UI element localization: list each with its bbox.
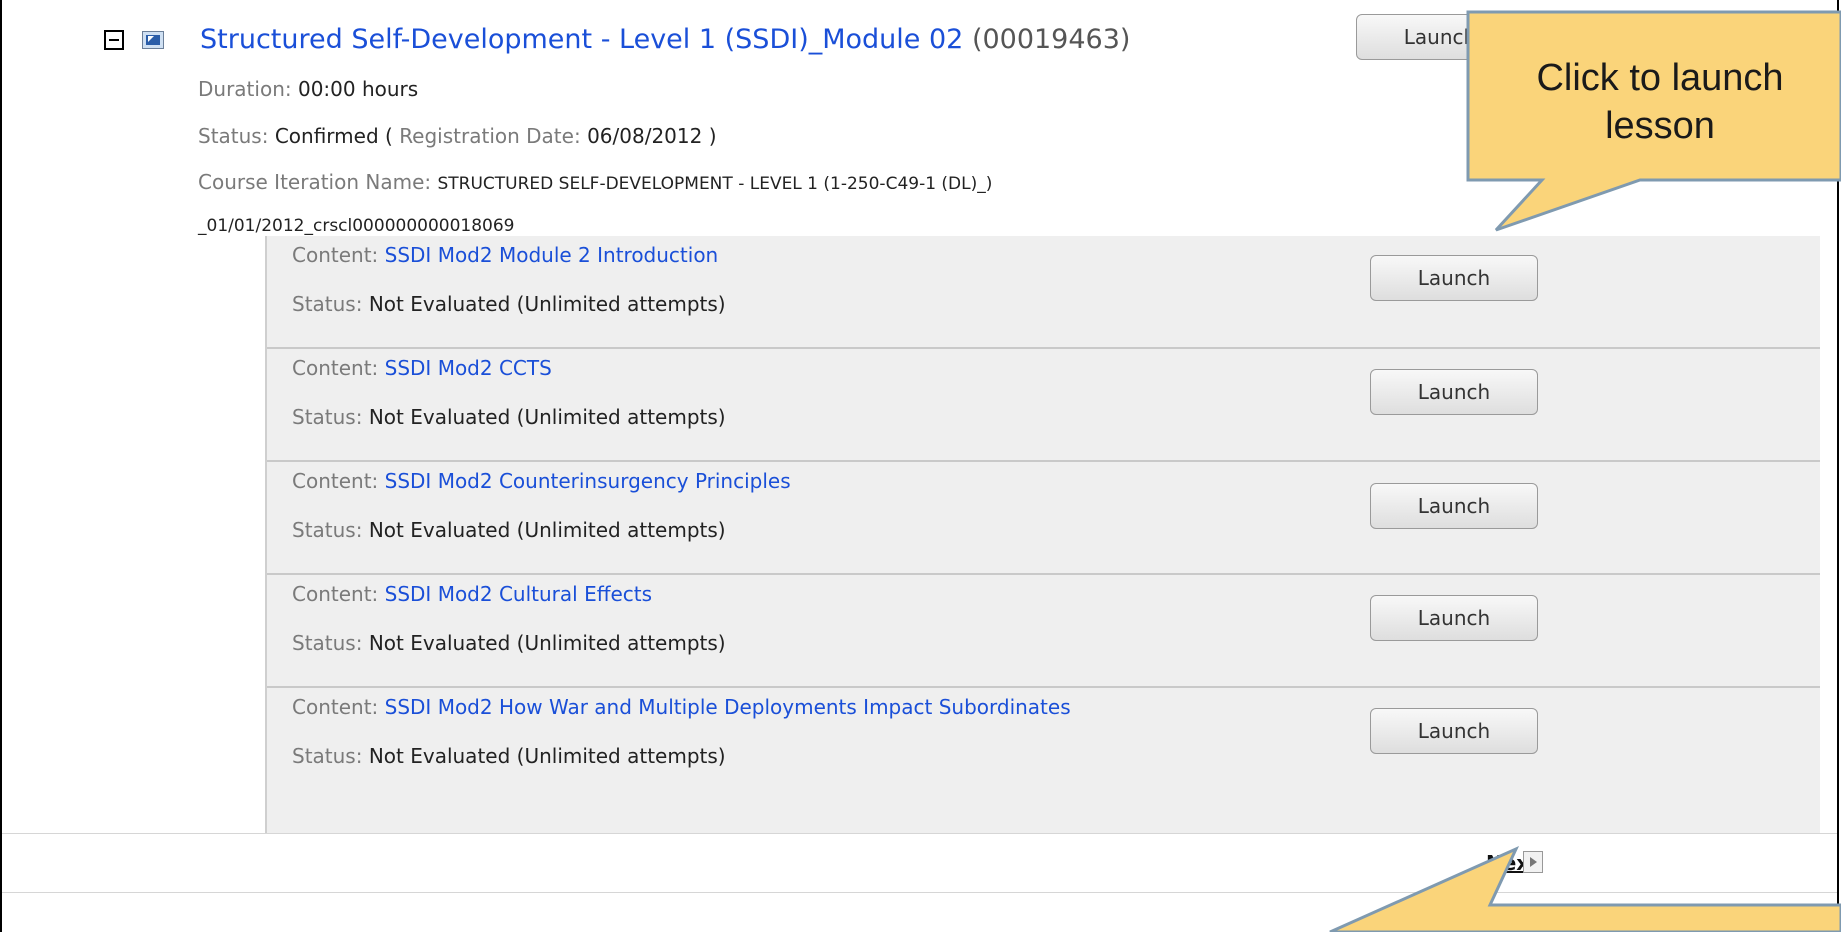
next-callout (1329, 845, 1841, 932)
callout-text: Click to launch lesson (1536, 57, 1784, 147)
